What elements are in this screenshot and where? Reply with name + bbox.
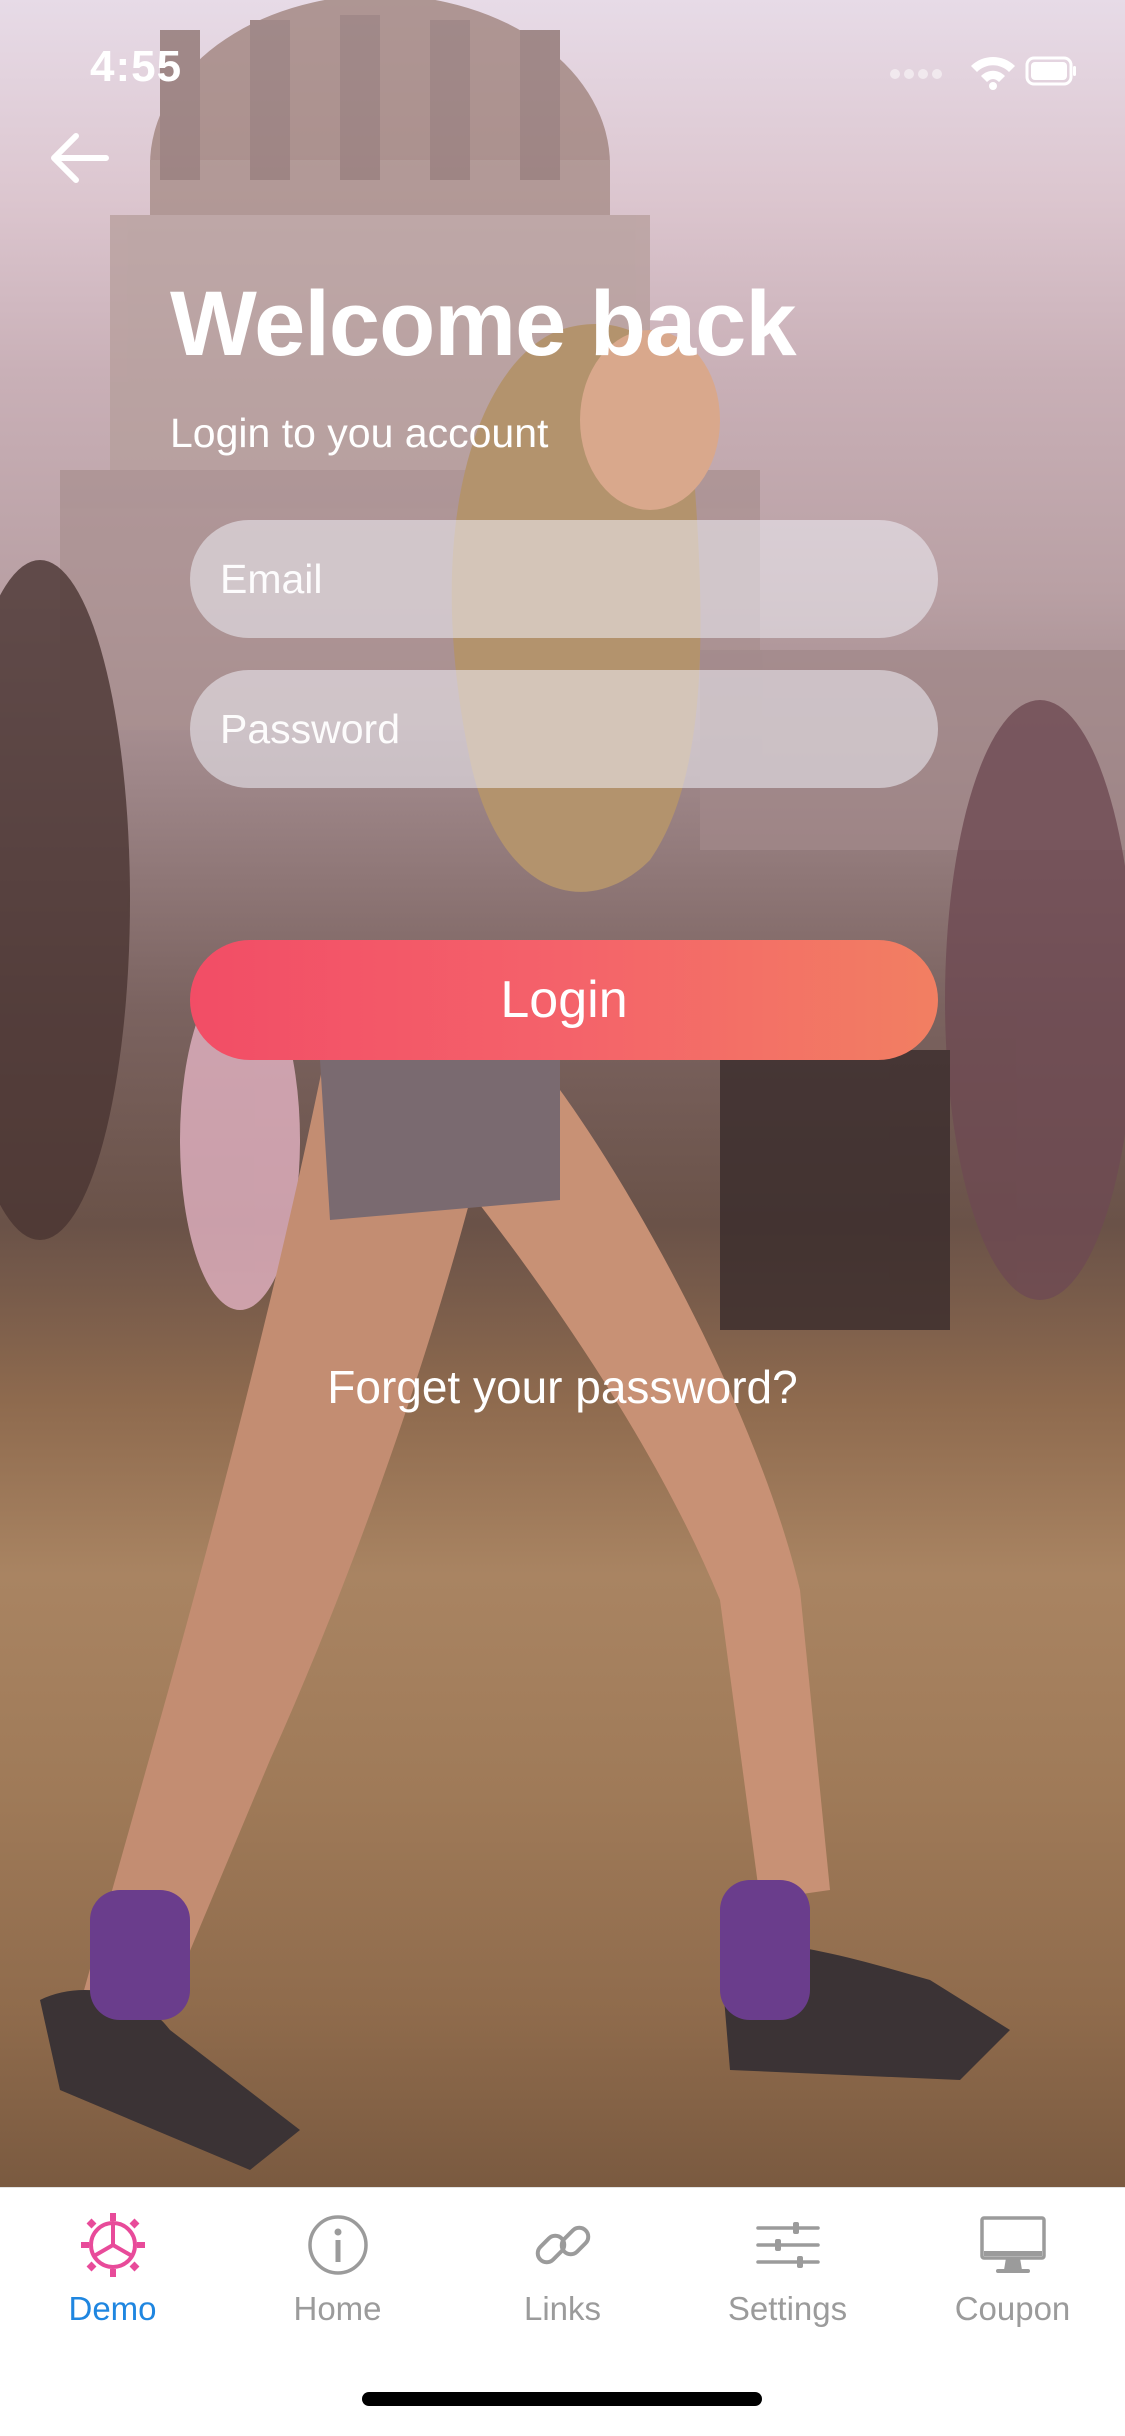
home-indicator — [362, 2392, 762, 2406]
forgot-password-link[interactable]: Forget your password? — [0, 1360, 1125, 1414]
link-icon — [535, 2225, 590, 2265]
login-button[interactable]: Login — [190, 940, 938, 1060]
tab-label-settings: Settings — [727, 2290, 848, 2327]
monitor-icon — [979, 2216, 1046, 2273]
tab-label-links: Links — [523, 2290, 602, 2327]
login-button-label: Login — [500, 971, 628, 1029]
tab-label-demo: Demo — [68, 2290, 157, 2327]
sliders-icon — [755, 2222, 820, 2268]
info-circle-icon — [307, 2215, 368, 2275]
tab-home[interactable]: Home — [225, 2210, 450, 2360]
tab-label-coupon: Coupon — [954, 2290, 1071, 2327]
wifi-icon — [971, 57, 1015, 90]
tab-demo[interactable]: Demo — [0, 2210, 225, 2360]
arrow-left-icon[interactable] — [48, 130, 112, 186]
page-subtitle: Login to you account — [170, 410, 549, 456]
tab-links[interactable]: Links — [450, 2210, 675, 2360]
login-screen: 4:55 Welcome back Login to you account L… — [0, 0, 1125, 2436]
tab-label-home: Home — [293, 2290, 382, 2327]
password-field[interactable] — [190, 670, 938, 788]
tab-settings[interactable]: Settings — [675, 2210, 900, 2360]
page-title: Welcome back — [170, 273, 796, 375]
battery-icon — [1025, 56, 1076, 86]
status-time: 4:55 — [90, 42, 183, 91]
status-icons — [890, 56, 1076, 90]
tab-coupon[interactable]: Coupon — [900, 2210, 1125, 2360]
gear-pie-icon — [80, 2213, 145, 2277]
signal-dots-icon — [890, 69, 942, 79]
email-field[interactable] — [190, 520, 938, 638]
